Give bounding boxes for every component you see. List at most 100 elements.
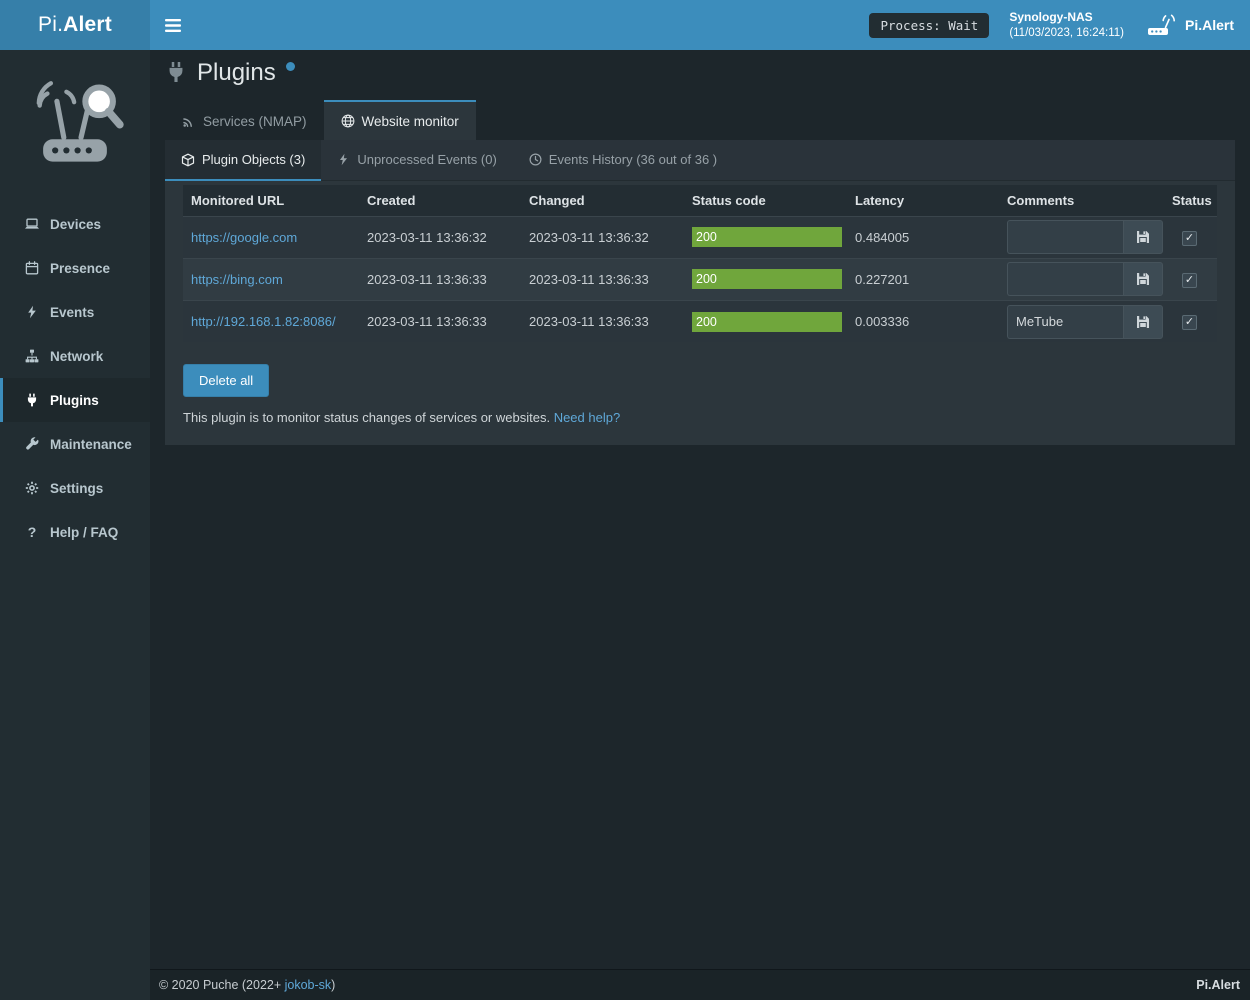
- calendar-icon: [22, 261, 42, 275]
- col-header-created: Created: [359, 185, 521, 216]
- comment-input[interactable]: [1007, 305, 1123, 339]
- delete-all-button[interactable]: Delete all: [183, 364, 269, 397]
- sidebar-item-label: Network: [50, 349, 103, 364]
- table-row: https://bing.com 2023-03-11 13:36:33 202…: [183, 258, 1217, 300]
- footer: © 2020 Puche (2022+ jokob-sk) Pi.Alert: [150, 969, 1250, 1000]
- changed-cell: 2023-03-11 13:36:33: [521, 300, 684, 342]
- latency-cell: 0.003336: [847, 300, 999, 342]
- status-code-bar: 200: [692, 227, 842, 247]
- plugin-description: This plugin is to monitor status changes…: [183, 410, 1217, 425]
- tab-plugin-objects[interactable]: Plugin Objects (3): [165, 140, 321, 181]
- title-help-badge[interactable]: [286, 62, 295, 71]
- sidebar-item-label: Events: [50, 305, 94, 320]
- brand-link[interactable]: Pi.Alert: [1146, 0, 1250, 50]
- plug-icon: [22, 393, 42, 407]
- process-status-badge: Process: Wait: [869, 13, 989, 38]
- tab-website-monitor[interactable]: Website monitor: [324, 100, 476, 140]
- save-comment-button[interactable]: [1123, 262, 1163, 296]
- sidebar-toggle-button[interactable]: [150, 0, 196, 50]
- pialert-logo: [0, 50, 150, 186]
- tab-unprocessed-events[interactable]: Unprocessed Events (0): [321, 140, 512, 181]
- latency-cell: 0.227201: [847, 258, 999, 300]
- sidebar-item-devices[interactable]: Devices: [0, 202, 150, 246]
- router-scan-icon: [1146, 13, 1176, 37]
- comment-input[interactable]: [1007, 262, 1123, 296]
- col-header-comments: Comments: [999, 185, 1164, 216]
- need-help-link[interactable]: Need help?: [554, 410, 621, 425]
- footer-brand: Pi.Alert: [1196, 978, 1240, 992]
- gear-icon: [22, 481, 42, 495]
- comment-input-group: [1007, 262, 1163, 296]
- sidebar-item-maintenance[interactable]: Maintenance: [0, 422, 150, 466]
- created-cell: 2023-03-11 13:36:32: [359, 216, 521, 258]
- copyright-text: © 2020 Puche (2022+: [159, 978, 285, 992]
- floppy-save-icon: [1136, 315, 1150, 329]
- tab-label: Website monitor: [362, 114, 459, 129]
- latency-cell: 0.484005: [847, 216, 999, 258]
- col-header-status: Status: [1164, 185, 1217, 216]
- sidebar-item-label: Settings: [50, 481, 103, 496]
- inner-tab-label: Events History (36 out of 36 ): [549, 152, 717, 167]
- plugin-description-text: This plugin is to monitor status changes…: [183, 410, 550, 425]
- app-logo[interactable]: Pi.Alert: [0, 0, 150, 50]
- sidebar-item-events[interactable]: Events: [0, 290, 150, 334]
- col-header-latency: Latency: [847, 185, 999, 216]
- comment-input[interactable]: [1007, 220, 1123, 254]
- app-logo-light: Pi.: [38, 13, 63, 37]
- monitored-url-link[interactable]: http://192.168.1.82:8086/: [191, 314, 336, 329]
- host-name: Synology-NAS: [1009, 9, 1124, 26]
- status-checkbox[interactable]: [1182, 231, 1197, 246]
- save-comment-button[interactable]: [1123, 220, 1163, 254]
- bolt-icon: [337, 153, 350, 166]
- sidebar-item-label: Devices: [50, 217, 101, 232]
- topbar: Pi.Alert Process: Wait Synology-NAS (11/…: [0, 0, 1250, 50]
- hamburger-icon: [165, 19, 181, 32]
- plug-icon: [165, 60, 187, 84]
- status-checkbox[interactable]: [1182, 315, 1197, 330]
- host-info: Synology-NAS (11/03/2023, 16:24:11): [1009, 9, 1124, 42]
- col-header-monitored-url: Monitored URL: [183, 185, 359, 216]
- sidebar-item-label: Help / FAQ: [50, 525, 118, 540]
- wrench-icon: [22, 437, 42, 451]
- sidebar-item-label: Maintenance: [50, 437, 132, 452]
- col-header-changed: Changed: [521, 185, 684, 216]
- table-row: http://192.168.1.82:8086/ 2023-03-11 13:…: [183, 300, 1217, 342]
- jokob-sk-link[interactable]: jokob-sk: [285, 978, 332, 992]
- status-code-bar: 200: [692, 269, 842, 289]
- sidebar-item-settings[interactable]: Settings: [0, 466, 150, 510]
- brand-label: Pi.Alert: [1185, 17, 1234, 33]
- footer-copyright: © 2020 Puche (2022+ jokob-sk): [159, 978, 335, 992]
- table-header-row: Monitored URL Created Changed Status cod…: [183, 185, 1217, 216]
- host-timestamp: (11/03/2023, 16:24:11): [1009, 25, 1124, 41]
- plugin-objects-table: Monitored URL Created Changed Status cod…: [183, 185, 1217, 342]
- main-content: Plugins Services (NMAP) Website monitor …: [150, 50, 1250, 969]
- table-row: https://google.com 2023-03-11 13:36:32 2…: [183, 216, 1217, 258]
- tab-events-history[interactable]: Events History (36 out of 36 ): [513, 140, 733, 181]
- question-icon: ?: [22, 524, 42, 540]
- inner-tab-label: Plugin Objects (3): [202, 152, 305, 167]
- inner-tab-label: Unprocessed Events (0): [357, 152, 496, 167]
- sidebar: Devices Presence Events Network Plugins …: [0, 50, 150, 1000]
- col-header-status-code: Status code: [684, 185, 847, 216]
- changed-cell: 2023-03-11 13:36:33: [521, 258, 684, 300]
- monitored-url-link[interactable]: https://google.com: [191, 230, 297, 245]
- sidebar-item-presence[interactable]: Presence: [0, 246, 150, 290]
- sidebar-item-network[interactable]: Network: [0, 334, 150, 378]
- tab-services-nmap[interactable]: Services (NMAP): [165, 100, 324, 140]
- signal-icon: [182, 114, 196, 128]
- cube-icon: [181, 153, 195, 167]
- status-checkbox[interactable]: [1182, 273, 1197, 288]
- website-monitor-panel: Plugin Objects (3) Unprocessed Events (0…: [165, 140, 1235, 445]
- floppy-save-icon: [1136, 230, 1150, 244]
- sidebar-menu: Devices Presence Events Network Plugins …: [0, 202, 150, 554]
- sitemap-icon: [22, 349, 42, 363]
- status-code-bar: 200: [692, 312, 842, 332]
- sidebar-item-help-faq[interactable]: ? Help / FAQ: [0, 510, 150, 554]
- plugin-tabs: Services (NMAP) Website monitor: [165, 100, 1235, 140]
- save-comment-button[interactable]: [1123, 305, 1163, 339]
- monitored-url-link[interactable]: https://bing.com: [191, 272, 283, 287]
- created-cell: 2023-03-11 13:36:33: [359, 258, 521, 300]
- sidebar-item-plugins[interactable]: Plugins: [0, 378, 150, 422]
- created-cell: 2023-03-11 13:36:33: [359, 300, 521, 342]
- sidebar-item-label: Plugins: [50, 393, 99, 408]
